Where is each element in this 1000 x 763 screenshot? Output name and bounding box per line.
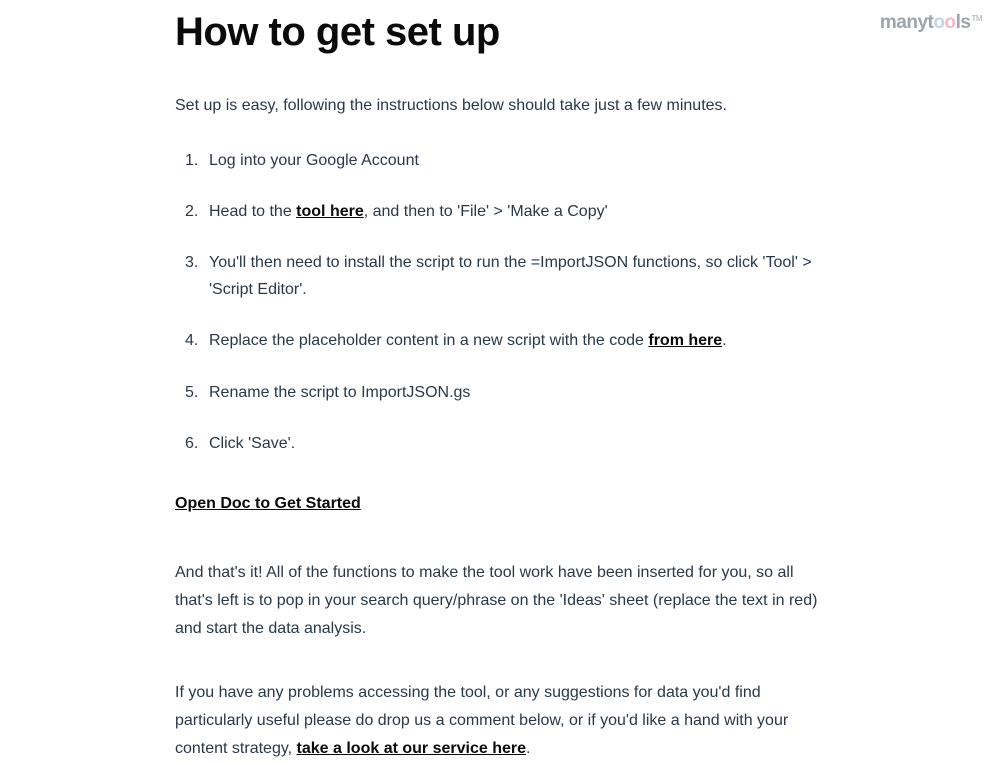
- support-text-after: .: [526, 740, 530, 757]
- step-2-text-after: , and then to 'File' > 'Make a Copy': [364, 203, 608, 220]
- steps-list: Log into your Google Account Head to the…: [175, 147, 825, 457]
- service-link[interactable]: take a look at our service here: [297, 740, 526, 757]
- step-6: Click 'Save'.: [193, 430, 825, 457]
- step-1: Log into your Google Account: [193, 147, 825, 174]
- step-2: Head to the tool here, and then to 'File…: [193, 198, 825, 225]
- step-3: You'll then need to install the script t…: [193, 249, 825, 303]
- step-5: Rename the script to ImportJSON.gs: [193, 379, 825, 406]
- page-title: How to get set up: [175, 10, 825, 55]
- step-4-text-after: .: [722, 332, 726, 349]
- step-2-text-before: Head to the: [209, 203, 296, 220]
- logo-accent-1: o: [933, 12, 944, 33]
- support-text: If you have any problems accessing the t…: [175, 679, 825, 763]
- conclusion-text: And that's it! All of the functions to m…: [175, 559, 825, 643]
- logo-accent-2: o: [944, 12, 955, 33]
- brand-logo: manytoolsTM: [880, 12, 982, 34]
- logo-text-2: ls: [956, 12, 971, 33]
- step-4-text-before: Replace the placeholder content in a new…: [209, 332, 648, 349]
- tool-link[interactable]: tool here: [296, 203, 364, 220]
- content-container: How to get set up Set up is easy, follow…: [0, 0, 1000, 763]
- code-link[interactable]: from here: [648, 332, 722, 349]
- step-4: Replace the placeholder content in a new…: [193, 327, 825, 354]
- logo-text-1: manyt: [880, 12, 933, 33]
- logo-tm: TM: [971, 14, 982, 23]
- open-doc-link[interactable]: Open Doc to Get Started: [175, 495, 825, 513]
- intro-text: Set up is easy, following the instructio…: [175, 93, 825, 119]
